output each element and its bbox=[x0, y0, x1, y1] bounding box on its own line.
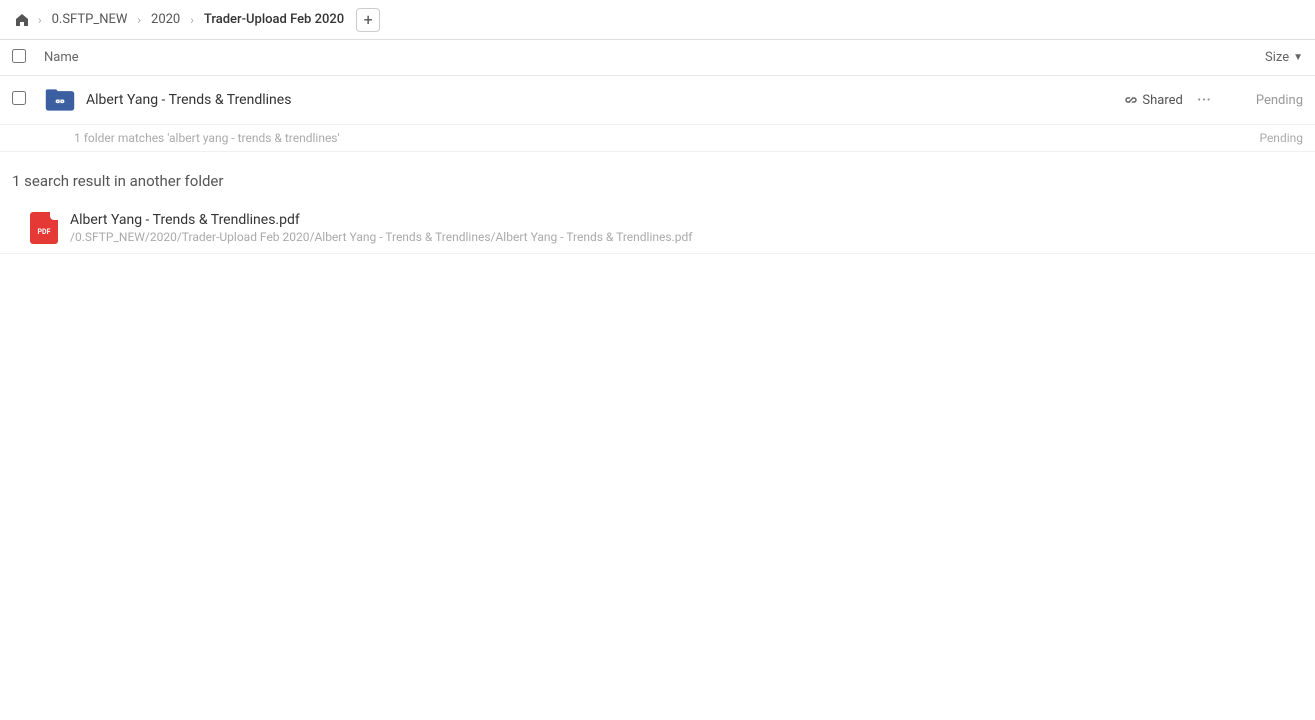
link-icon bbox=[1124, 93, 1138, 107]
folder-row[interactable]: Albert Yang - Trends & Trendlines Shared… bbox=[0, 76, 1315, 125]
folder-match-info: 1 folder matches 'albert yang - trends &… bbox=[0, 125, 1315, 152]
folder-link-icon bbox=[44, 84, 76, 116]
pdf-file-icon: PDF bbox=[28, 212, 60, 244]
folder-icon bbox=[44, 84, 76, 116]
breadcrumb-item-2020[interactable]: 2020 bbox=[147, 10, 184, 29]
search-section-header: 1 search result in another folder bbox=[0, 152, 1315, 202]
home-icon bbox=[14, 12, 30, 28]
separator-1: › bbox=[36, 13, 44, 27]
breadcrumb-bar: › 0.SFTP_NEW › 2020 › Trader-Upload Feb … bbox=[0, 0, 1315, 40]
select-all-checkbox[interactable] bbox=[12, 49, 26, 63]
header-checkbox[interactable] bbox=[12, 49, 32, 67]
more-options-button[interactable]: ··· bbox=[1191, 88, 1217, 113]
sort-icon: ▼ bbox=[1293, 52, 1303, 63]
file-info: Albert Yang - Trends & Trendlines.pdf /0… bbox=[70, 212, 1303, 244]
match-text: 1 folder matches 'albert yang - trends &… bbox=[74, 131, 340, 145]
folder-checkbox[interactable] bbox=[12, 91, 32, 109]
column-header: Name Size ▼ bbox=[0, 40, 1315, 76]
folder-name[interactable]: Albert Yang - Trends & Trendlines bbox=[86, 92, 1124, 108]
shared-label: Shared bbox=[1142, 93, 1182, 108]
file-name: Albert Yang - Trends & Trendlines.pdf bbox=[70, 212, 1303, 228]
file-row[interactable]: PDF Albert Yang - Trends & Trendlines.pd… bbox=[0, 202, 1315, 254]
separator-2: › bbox=[135, 13, 143, 27]
separator-3: › bbox=[188, 13, 196, 27]
home-button[interactable] bbox=[12, 10, 32, 30]
shared-badge: Shared bbox=[1124, 93, 1182, 108]
breadcrumb-item-trader[interactable]: Trader-Upload Feb 2020 bbox=[200, 10, 348, 29]
breadcrumb-item-sftp[interactable]: 0.SFTP_NEW bbox=[48, 10, 132, 29]
file-path: /0.SFTP_NEW/2020/Trader-Upload Feb 2020/… bbox=[70, 230, 1303, 244]
folder-status: Pending bbox=[1233, 93, 1303, 108]
name-column-header: Name bbox=[44, 50, 1265, 65]
match-status: Pending bbox=[1259, 131, 1303, 145]
add-tab-button[interactable]: + bbox=[356, 8, 380, 32]
folder-actions: Shared ··· bbox=[1124, 88, 1217, 113]
size-column-header[interactable]: Size ▼ bbox=[1265, 50, 1303, 65]
pdf-icon: PDF bbox=[30, 212, 58, 244]
